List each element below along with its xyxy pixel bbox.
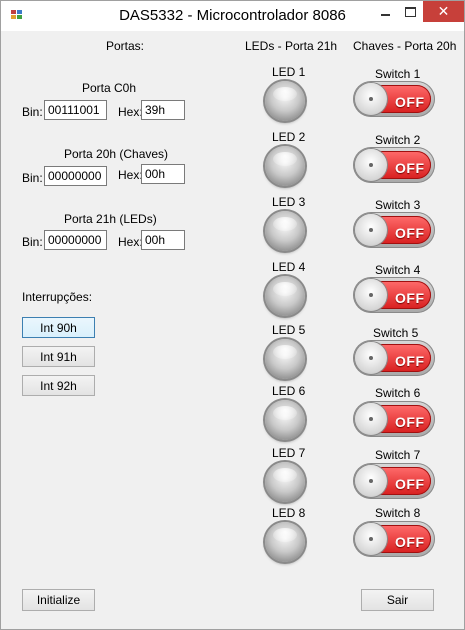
- switch-knob: [355, 465, 387, 497]
- switch-knob: [355, 523, 387, 555]
- switch-7-toggle[interactable]: OFF: [353, 463, 435, 499]
- switch-knob: [355, 149, 387, 181]
- led-8-label: LED 8: [272, 506, 306, 520]
- switch-knob: [355, 403, 387, 435]
- led-6-label: LED 6: [272, 384, 306, 398]
- switch-7-state: OFF: [395, 476, 425, 492]
- title-bar: DAS5332 - Microcontrolador 8086 ✕: [1, 1, 464, 31]
- led-3-indicator: [265, 211, 305, 251]
- port-20-hex-label: Hex:: [118, 168, 143, 182]
- switch-1-label: Switch 1: [375, 67, 421, 81]
- close-button[interactable]: ✕: [423, 1, 464, 22]
- switch-6-state: OFF: [395, 414, 425, 430]
- switch-6-toggle[interactable]: OFF: [353, 401, 435, 437]
- minimize-button[interactable]: [373, 1, 398, 22]
- switch-4-state: OFF: [395, 290, 425, 306]
- switch-8-state: OFF: [395, 534, 425, 550]
- leds-header: LEDs - Porta 21h: [245, 39, 338, 53]
- switch-5-toggle[interactable]: OFF: [353, 340, 435, 376]
- switch-5-label: Switch 5: [373, 326, 419, 340]
- switch-8-toggle[interactable]: OFF: [353, 521, 435, 557]
- switch-2-label: Switch 2: [375, 133, 421, 147]
- switch-knob: [355, 279, 387, 311]
- led-1-indicator: [265, 81, 305, 121]
- led-3-label: LED 3: [272, 195, 306, 209]
- led-4-label: LED 4: [272, 260, 306, 274]
- port-c0-bin-field[interactable]: [44, 100, 107, 120]
- led-7-label: LED 7: [272, 446, 306, 460]
- port-c0-hex-label: Hex:: [118, 105, 143, 119]
- switch-knob: [355, 83, 387, 115]
- port-20-bin-label: Bin:: [22, 171, 43, 185]
- main-window: DAS5332 - Microcontrolador 8086 ✕ Portas…: [0, 0, 465, 630]
- port-c0-hex-field[interactable]: [141, 100, 185, 120]
- switch-4-label: Switch 4: [375, 263, 421, 277]
- port-20-hex-field[interactable]: [141, 164, 185, 184]
- port-21-bin-label: Bin:: [22, 235, 43, 249]
- switch-4-toggle[interactable]: OFF: [353, 277, 435, 313]
- led-4-indicator: [265, 276, 305, 316]
- led-2-indicator: [265, 146, 305, 186]
- switch-2-state: OFF: [395, 160, 425, 176]
- switch-3-state: OFF: [395, 225, 425, 241]
- switch-5-state: OFF: [395, 353, 425, 369]
- port-c0-title: Porta C0h: [82, 81, 137, 95]
- led-5-indicator: [265, 339, 305, 379]
- led-5-label: LED 5: [272, 323, 306, 337]
- chaves-header: Chaves - Porta 20h: [353, 39, 457, 53]
- port-21-hex-field[interactable]: [141, 230, 185, 250]
- led-7-indicator: [265, 462, 305, 502]
- interrupts-label: Interrupções:: [22, 290, 93, 304]
- maximize-button[interactable]: [398, 1, 423, 22]
- switch-3-toggle[interactable]: OFF: [353, 212, 435, 248]
- portas-header: Portas:: [106, 39, 145, 53]
- switch-3-label: Switch 3: [375, 198, 421, 212]
- switch-7-label: Switch 7: [375, 448, 421, 462]
- switch-1-state: OFF: [395, 94, 425, 110]
- sair-button[interactable]: Sair: [361, 589, 434, 611]
- int-91h-button[interactable]: Int 91h: [22, 346, 95, 367]
- initialize-button[interactable]: Initialize: [22, 589, 95, 611]
- port-20-title: Porta 20h (Chaves): [64, 147, 169, 161]
- switch-8-label: Switch 8: [375, 506, 421, 520]
- switch-knob: [355, 214, 387, 246]
- led-6-indicator: [265, 400, 305, 440]
- switch-6-label: Switch 6: [375, 386, 421, 400]
- switch-1-toggle[interactable]: OFF: [353, 81, 435, 117]
- port-21-hex-label: Hex:: [118, 235, 143, 249]
- led-8-indicator: [265, 522, 305, 562]
- port-21-title: Porta 21h (LEDs): [64, 212, 157, 226]
- port-c0-bin-label: Bin:: [22, 105, 43, 119]
- int-90h-button[interactable]: Int 90h: [22, 317, 95, 338]
- led-1-label: LED 1: [272, 65, 306, 79]
- int-92h-button[interactable]: Int 92h: [22, 375, 95, 396]
- led-2-label: LED 2: [272, 130, 306, 144]
- switch-2-toggle[interactable]: OFF: [353, 147, 435, 183]
- port-20-bin-field[interactable]: [44, 166, 107, 186]
- port-21-bin-field[interactable]: [44, 230, 107, 250]
- switch-knob: [355, 342, 387, 374]
